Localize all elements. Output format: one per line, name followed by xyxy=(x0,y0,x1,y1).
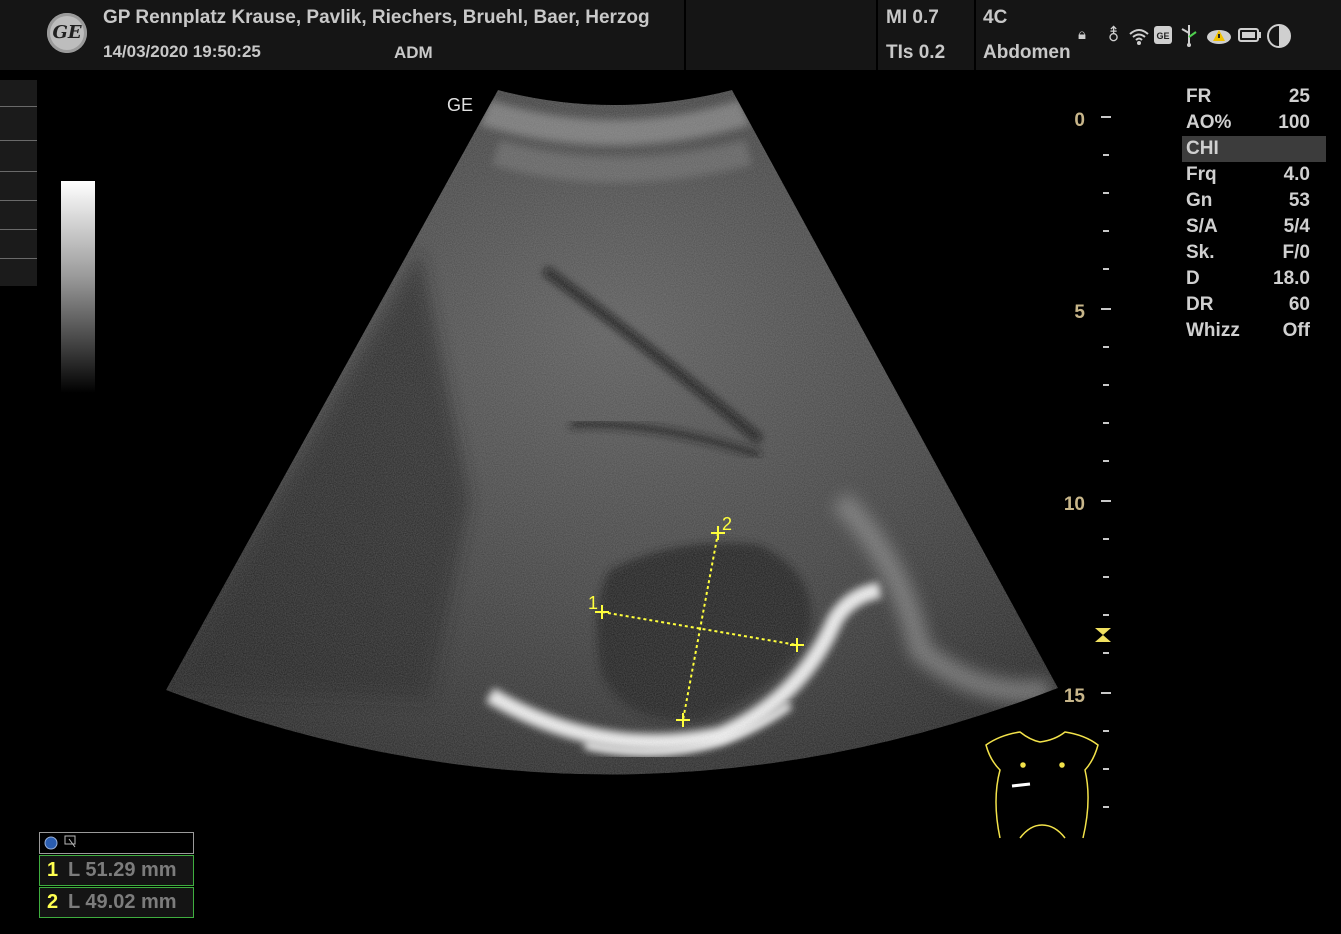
exam-datetime: 14/03/2020 19:50:25 xyxy=(103,42,261,61)
param-row-chi[interactable]: CHI xyxy=(1182,136,1326,162)
param-key: Whizz xyxy=(1186,320,1240,341)
ge-logo-icon: GE xyxy=(47,13,87,53)
param-row: S/A 5/4 xyxy=(1182,214,1326,240)
param-value: Off xyxy=(1282,320,1310,341)
param-value: 18.0 xyxy=(1273,268,1310,289)
param-row: DR 60 xyxy=(1182,292,1326,318)
measurement-number: 1 xyxy=(47,859,59,881)
header-bar: GE GP Rennplatz Krause, Pavlik, Riechers… xyxy=(0,0,1341,70)
param-key: Sk. xyxy=(1186,242,1215,263)
measure-tool-icon[interactable] xyxy=(43,833,83,853)
header-divider xyxy=(876,0,878,70)
measurement-value: L 49.02 mm xyxy=(68,891,177,913)
ge-badge-icon: GE xyxy=(1154,26,1172,44)
param-key: DR xyxy=(1186,294,1214,315)
param-key: Gn xyxy=(1186,190,1213,211)
param-row: Whizz Off xyxy=(1182,318,1326,344)
body-marker-icon xyxy=(985,731,1099,839)
measurement-row-2[interactable]: 2 L 49.02 mm xyxy=(39,887,194,918)
param-key: CHI xyxy=(1186,138,1219,159)
measurement-header xyxy=(39,832,194,854)
ultrasound-image[interactable]: GE 1 2 xyxy=(0,70,1341,934)
contrast-icon[interactable] xyxy=(1266,23,1292,49)
status-icons: 🔒︎ ⚨ GE xyxy=(1078,22,1293,50)
warning-cloud-icon xyxy=(1207,30,1231,44)
param-row: D 18.0 xyxy=(1182,266,1326,292)
param-row: FR 25 xyxy=(1182,84,1326,110)
imaging-parameters: FR 25 AO% 100 CHI Frq 4.0 Gn 53 S/A 5/4 Sk. F/… xyxy=(1182,84,1326,344)
param-row: Frq 4.0 xyxy=(1182,162,1326,188)
param-value: F/0 xyxy=(1282,242,1310,263)
param-key: D xyxy=(1186,268,1200,289)
operator-id: ADM xyxy=(394,43,433,62)
caliper-label-1: 1 xyxy=(588,593,598,613)
param-value: 100 xyxy=(1278,112,1310,133)
depth-label: 10 xyxy=(1063,494,1085,515)
depth-scale-ticks xyxy=(1101,116,1111,808)
mechanical-index: MI 0.7 xyxy=(886,7,939,28)
orientation-marker: GE xyxy=(447,95,473,115)
focus-marker-icon[interactable] xyxy=(1095,628,1111,635)
param-key: AO% xyxy=(1186,112,1232,133)
depth-label: 15 xyxy=(1063,686,1085,707)
usb-icon: ⚨ xyxy=(1106,25,1122,45)
caliper-label-2: 2 xyxy=(722,514,732,534)
param-value: 53 xyxy=(1288,190,1310,211)
scan-sector xyxy=(166,90,1058,775)
network-icon xyxy=(1181,25,1197,47)
measurement-results: 1 L 51.29 mm 2 L 49.02 mm xyxy=(39,832,194,919)
param-key: S/A xyxy=(1186,216,1218,237)
probe-name: 4C xyxy=(983,7,1008,28)
param-row: Gn 53 xyxy=(1182,188,1326,214)
param-row: AO% 100 xyxy=(1182,110,1326,136)
param-row: Sk. F/0 xyxy=(1182,240,1326,266)
header-divider xyxy=(974,0,976,70)
wifi-icon xyxy=(1129,29,1149,45)
focus-marker-icon[interactable] xyxy=(1095,635,1111,642)
param-value: 25 xyxy=(1288,86,1310,107)
svg-text:GE: GE xyxy=(1156,31,1169,41)
thermal-index: TIs 0.2 xyxy=(886,42,946,63)
param-value: 60 xyxy=(1288,294,1310,315)
param-value: 4.0 xyxy=(1283,164,1310,185)
measurement-value: L 51.29 mm xyxy=(68,859,177,881)
param-key: FR xyxy=(1186,86,1212,107)
institution-name: GP Rennplatz Krause, Pavlik, Riechers, B… xyxy=(103,7,650,28)
lock-icon: 🔒︎ xyxy=(1078,26,1086,43)
header-divider xyxy=(684,0,686,70)
preset-name: Abdomen xyxy=(983,42,1071,63)
measurement-row-1[interactable]: 1 L 51.29 mm xyxy=(39,855,194,886)
param-value: 5/4 xyxy=(1283,216,1310,237)
depth-label: 0 xyxy=(1074,110,1085,131)
battery-icon xyxy=(1238,28,1261,42)
measurement-number: 2 xyxy=(47,891,59,913)
depth-label: 5 xyxy=(1074,302,1085,323)
param-key: Frq xyxy=(1186,164,1217,185)
